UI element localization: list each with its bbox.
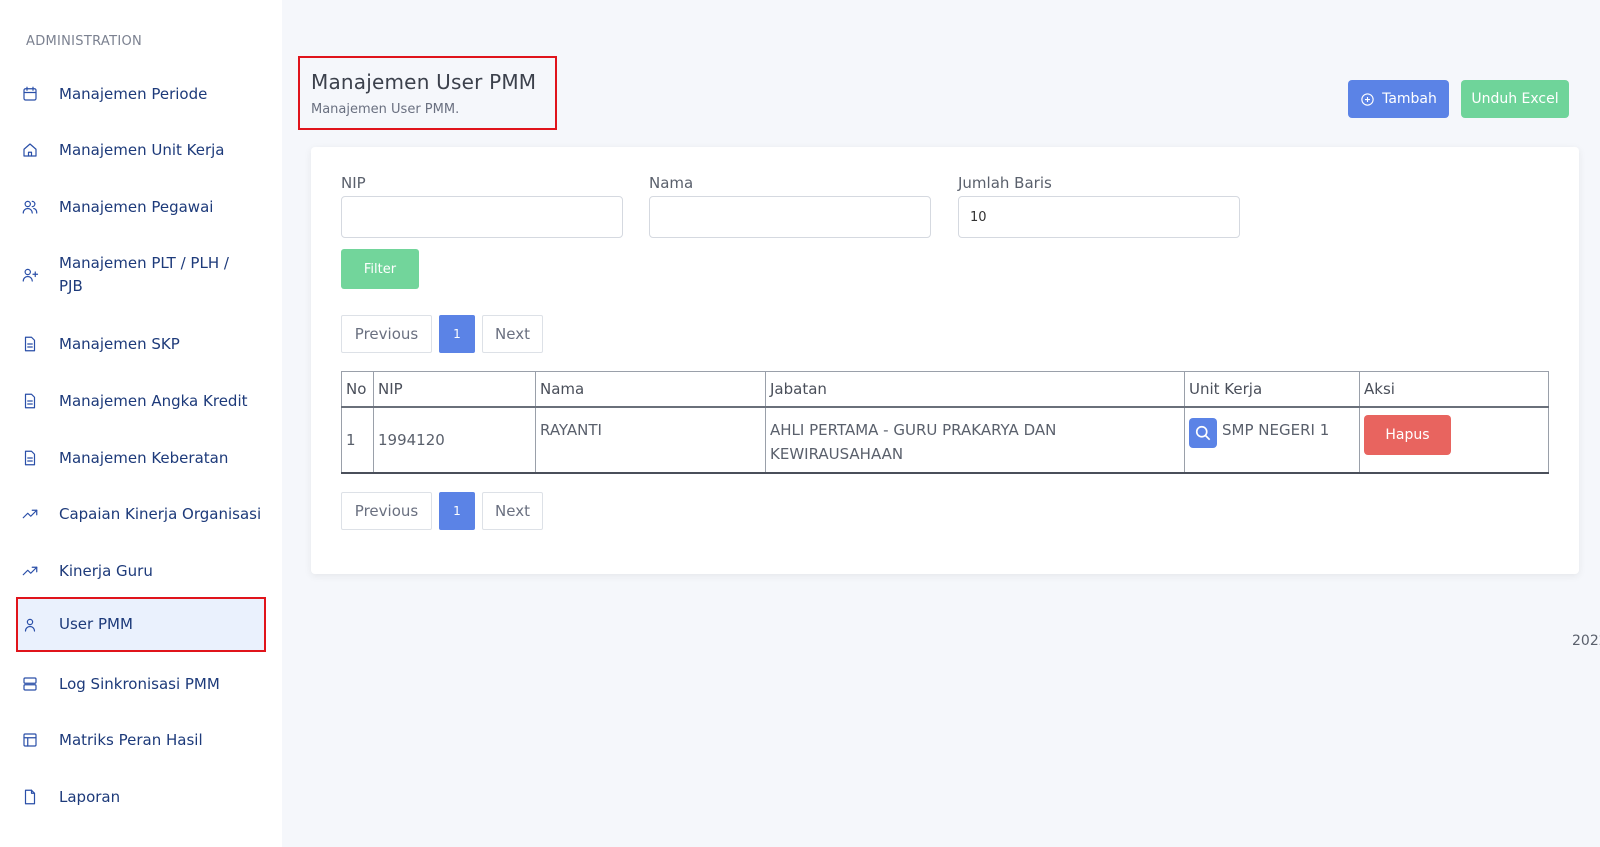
sidebar-item-label: Manajemen SKP (59, 334, 180, 353)
sidebar-item-label: Manajemen PLT / PLH / PJB (59, 254, 229, 295)
sidebar-item-label: Manajemen Unit Kerja (59, 140, 225, 159)
page-header: Manajemen User PMM Manajemen User PMM. (298, 56, 557, 130)
sidebar-item-label: Manajemen Periode (59, 84, 208, 103)
column-header-nip: NIP (373, 371, 536, 408)
calendar-icon (20, 84, 40, 104)
nip-input[interactable] (341, 196, 623, 238)
sidebar-item-kinerja-guru[interactable]: Kinerja Guru (16, 559, 266, 583)
column-header-unit-kerja: Unit Kerja (1184, 371, 1360, 408)
cell-unit-kerja: SMP NEGERI 1 (1184, 406, 1360, 474)
plus-circle-icon (1361, 92, 1374, 106)
users-icon (20, 197, 40, 217)
sidebar-item-manajemen-skp[interactable]: Manajemen SKP (16, 332, 266, 356)
next-button[interactable]: Next (482, 492, 543, 530)
cell-aksi: Hapus (1359, 406, 1549, 474)
page-1-button[interactable]: 1 (439, 315, 475, 353)
nama-input[interactable] (649, 196, 931, 238)
table-header-row: No NIP Nama Jabatan Unit Kerja Aksi (341, 371, 1549, 408)
layout-icon (20, 730, 40, 750)
sidebar-item-manajemen-unit-kerja[interactable]: Manajemen Unit Kerja (16, 138, 266, 162)
add-button[interactable]: Tambah (1348, 80, 1449, 118)
sidebar: ADMINISTRATION Manajemen Periode Manajem… (0, 0, 282, 847)
sidebar-item-label: Log Sinkronisasi PMM (59, 674, 220, 693)
document-icon (20, 334, 40, 354)
user-plus-icon (20, 265, 40, 285)
next-button[interactable]: Next (482, 315, 543, 353)
sidebar-item-capaian-kinerja-organisasi[interactable]: Capaian Kinerja Organisasi (16, 502, 266, 526)
trending-up-icon (20, 561, 40, 581)
user-table: No NIP Nama Jabatan Unit Kerja Aksi 1 19… (341, 371, 1549, 474)
sidebar-item-label: Manajemen Keberatan (59, 448, 229, 467)
server-icon (20, 674, 40, 694)
footer-year: 2022 (1572, 633, 1600, 649)
column-header-jabatan: Jabatan (765, 371, 1185, 408)
sidebar-item-log-sinkronisasi-pmm[interactable]: Log Sinkronisasi PMM (16, 672, 266, 696)
search-unit-button[interactable] (1189, 417, 1217, 448)
sidebar-item-manajemen-periode[interactable]: Manajemen Periode (16, 82, 266, 106)
nip-label: NIP (341, 174, 366, 192)
rows-label: Jumlah Baris (958, 174, 1052, 192)
file-icon (20, 787, 40, 807)
column-header-aksi: Aksi (1359, 371, 1549, 408)
content-card: NIP Nama Jumlah Baris Filter Previous 1 … (311, 147, 1579, 574)
search-icon (1195, 425, 1211, 440)
page-subtitle: Manajemen User PMM. (311, 102, 460, 117)
cell-nama: RAYANTI (535, 406, 766, 474)
sidebar-item-manajemen-keberatan[interactable]: Manajemen Keberatan (16, 446, 266, 470)
cell-jabatan: AHLI PERTAMA - GURU PRAKARYA DAN KEWIRAU… (765, 406, 1185, 474)
document-icon (20, 391, 40, 411)
previous-button[interactable]: Previous (341, 315, 432, 353)
sidebar-item-manajemen-plt[interactable]: Manajemen PLT / PLH / PJB (16, 252, 266, 298)
sidebar-item-label: Capaian Kinerja Organisasi (59, 504, 262, 523)
pagination-top: Previous 1 Next (341, 315, 543, 353)
sidebar-item-laporan[interactable]: Laporan (16, 785, 266, 809)
column-header-no: No (341, 371, 374, 408)
previous-button[interactable]: Previous (341, 492, 432, 530)
user-icon (20, 615, 40, 635)
nama-label: Nama (649, 174, 694, 192)
delete-button[interactable]: Hapus (1364, 414, 1451, 455)
sidebar-item-manajemen-pegawai[interactable]: Manajemen Pegawai (16, 195, 266, 219)
rows-input[interactable] (958, 196, 1240, 238)
home-icon (20, 140, 40, 160)
column-header-nama: Nama (535, 371, 766, 408)
sidebar-item-label: Manajemen Angka Kredit (59, 391, 248, 410)
export-excel-button[interactable]: Unduh Excel (1461, 80, 1569, 118)
trending-up-icon (20, 504, 40, 524)
sidebar-item-manajemen-angka-kredit[interactable]: Manajemen Angka Kredit (16, 389, 266, 413)
pagination-bottom: Previous 1 Next (341, 492, 543, 530)
unit-kerja-text: SMP NEGERI 1 (1222, 420, 1330, 439)
sidebar-item-label: Laporan (59, 787, 121, 806)
add-button-label: Tambah (1382, 91, 1437, 107)
sidebar-item-label: Matriks Peran Hasil (59, 730, 203, 749)
sidebar-item-label: Kinerja Guru (59, 561, 153, 580)
sidebar-item-user-pmm[interactable]: User PMM (16, 597, 266, 652)
page-1-button[interactable]: 1 (439, 492, 475, 530)
sidebar-item-label: User PMM (59, 615, 133, 633)
filter-button[interactable]: Filter (341, 249, 419, 289)
sidebar-heading: ADMINISTRATION (26, 34, 143, 49)
table-row: 1 1994120 RAYANTI AHLI PERTAMA - GURU PR… (341, 406, 1549, 474)
sidebar-item-matriks-peran-hasil[interactable]: Matriks Peran Hasil (16, 728, 266, 752)
cell-no: 1 (341, 406, 374, 474)
cell-nip: 1994120 (373, 406, 536, 474)
document-icon (20, 448, 40, 468)
sidebar-item-label: Manajemen Pegawai (59, 197, 214, 216)
page-title: Manajemen User PMM (311, 70, 537, 94)
